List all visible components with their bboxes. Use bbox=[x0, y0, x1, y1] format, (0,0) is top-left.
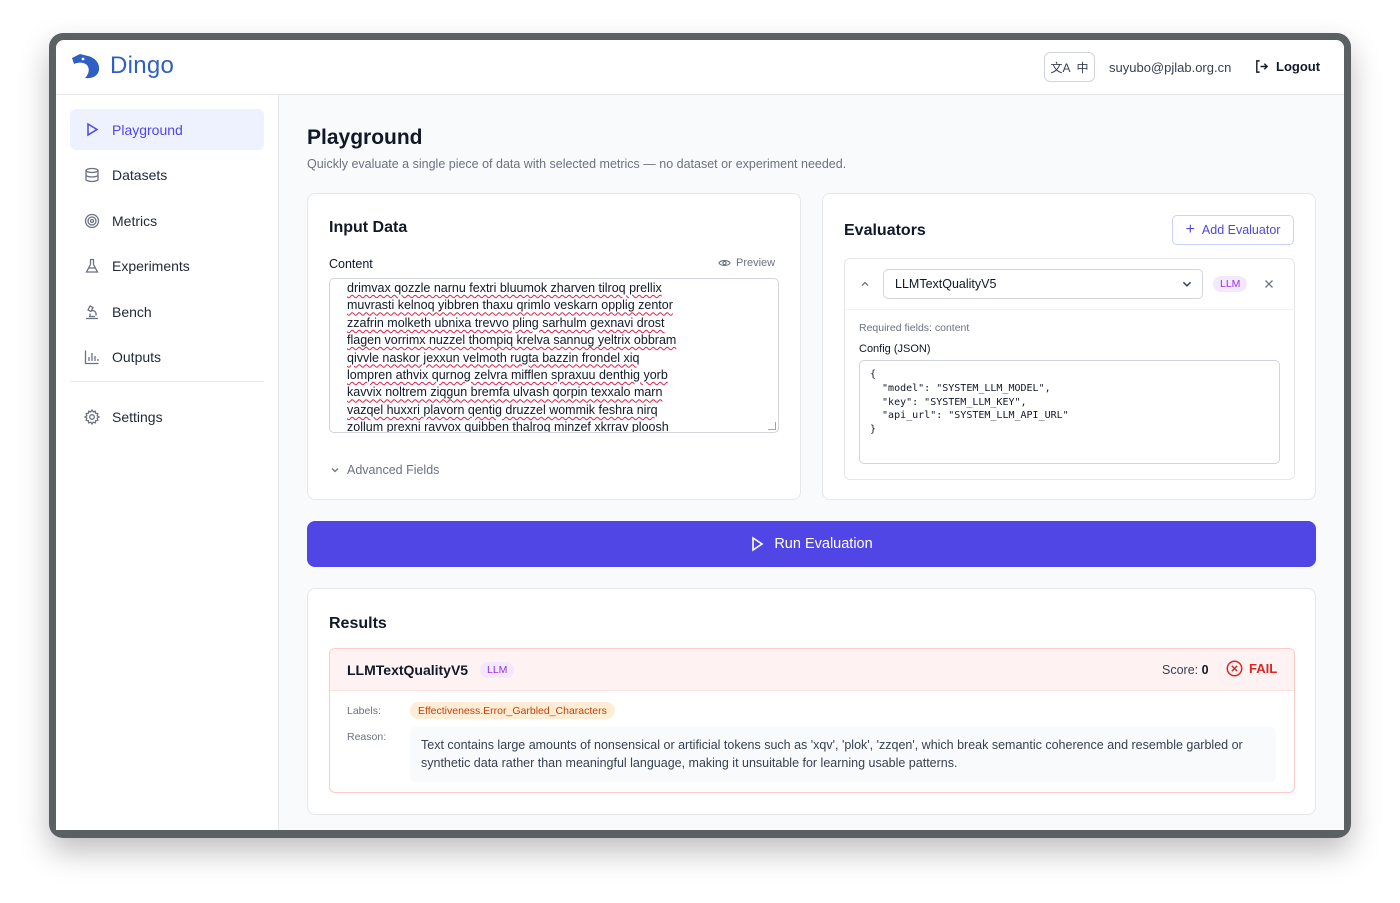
sidebar-item-label: Experiments bbox=[112, 257, 190, 274]
content-textarea[interactable]: drimvax qozzle narnu fextri bluumok zhar… bbox=[329, 278, 779, 433]
add-evaluator-label: Add Evaluator bbox=[1201, 223, 1281, 237]
sidebar-item-label: Settings bbox=[112, 408, 163, 425]
evaluator-item-header: LLMTextQualityV5 LLM bbox=[845, 259, 1294, 310]
config-json-editor[interactable]: { "model": "SYSTEM_LLM_MODEL", "key": "S… bbox=[859, 360, 1280, 464]
evaluator-select[interactable]: LLMTextQualityV5 bbox=[883, 269, 1203, 299]
database-icon bbox=[84, 167, 100, 183]
gear-icon bbox=[84, 408, 100, 425]
microscope-icon bbox=[84, 304, 100, 320]
sidebar: Playground Datasets Metrics Experiments … bbox=[56, 95, 279, 830]
language-toggle-button[interactable]: 文A 中 bbox=[1044, 52, 1095, 82]
status-label: FAIL bbox=[1249, 661, 1278, 676]
sidebar-item-experiments[interactable]: Experiments bbox=[70, 245, 264, 286]
status-badge: FAIL bbox=[1226, 660, 1277, 677]
sidebar-item-label: Playground bbox=[112, 121, 183, 138]
add-evaluator-button[interactable]: + Add Evaluator bbox=[1172, 215, 1294, 245]
evaluator-select-value: LLMTextQualityV5 bbox=[895, 277, 997, 291]
sidebar-item-label: Outputs bbox=[112, 348, 162, 365]
x-circle-icon bbox=[1226, 660, 1243, 677]
page-title: Playground bbox=[307, 126, 423, 149]
sidebar-item-datasets[interactable]: Datasets bbox=[70, 154, 264, 195]
reason-label: Reason: bbox=[347, 731, 387, 743]
required-fields: Required fields: content bbox=[859, 322, 970, 334]
chevron-up-icon[interactable] bbox=[860, 279, 870, 289]
chevron-down-icon bbox=[331, 468, 339, 473]
play-icon bbox=[84, 122, 100, 138]
target-icon bbox=[84, 213, 100, 229]
app-window: Dingo 文A 中 suyubo@pjlab.org.cn Logout Pl… bbox=[56, 40, 1344, 830]
results-card: Results LLMTextQualityV5 LLM Score: 0 FA… bbox=[307, 588, 1316, 815]
page-subtitle: Quickly evaluate a single piece of data … bbox=[307, 157, 847, 171]
sidebar-divider bbox=[70, 381, 264, 382]
evaluators-title: Evaluators bbox=[844, 222, 926, 239]
sidebar-item-metrics[interactable]: Metrics bbox=[70, 200, 264, 241]
llm-badge: LLM bbox=[480, 662, 515, 678]
top-header: Dingo 文A 中 suyubo@pjlab.org.cn Logout bbox=[56, 40, 1344, 95]
logout-button[interactable]: Logout bbox=[1254, 59, 1320, 74]
sidebar-item-label: Datasets bbox=[112, 166, 168, 183]
content-line: zollum prexni ravvox quibben thalrog min… bbox=[347, 420, 669, 433]
eye-icon bbox=[718, 260, 731, 266]
content-line: lompren athvix qurnog zelvra mifflen spr… bbox=[347, 368, 668, 383]
close-icon[interactable] bbox=[1264, 279, 1274, 289]
content-line: vazqel huxxri plavorn qentig druzzel wom… bbox=[347, 402, 658, 417]
labels-label: Labels: bbox=[347, 705, 381, 717]
result-item: LLMTextQualityV5 LLM Score: 0 FAIL Label… bbox=[329, 648, 1295, 793]
content-line: qivvle naskor jexxun velmoth rugta bazzi… bbox=[347, 350, 640, 365]
language-label: 中 bbox=[1076, 60, 1089, 75]
result-evaluator-name: LLMTextQualityV5 bbox=[347, 662, 469, 678]
sidebar-item-label: Metrics bbox=[112, 212, 158, 229]
dino-logo-icon bbox=[72, 54, 100, 79]
play-icon bbox=[752, 536, 764, 552]
sidebar-item-outputs[interactable]: Outputs bbox=[70, 336, 264, 377]
advanced-fields-toggle[interactable]: Advanced Fields bbox=[330, 463, 439, 477]
results-title: Results bbox=[329, 615, 387, 632]
content-line: drimvax qozzle narnu fextri bluumok zhar… bbox=[347, 281, 662, 295]
logout-icon bbox=[1256, 60, 1269, 73]
plus-icon: + bbox=[1185, 221, 1195, 238]
llm-badge: LLM bbox=[1213, 276, 1248, 292]
user-email: suyubo@pjlab.org.cn bbox=[1109, 60, 1232, 75]
evaluators-card: Evaluators + Add Evaluator LLMTextQualit… bbox=[822, 193, 1316, 500]
content-line: flagen vorrimx nuzzel thompiq krelva san… bbox=[347, 333, 677, 348]
content-line: muvrasti kelnoq yibbren thaxu qrimlo ves… bbox=[347, 298, 673, 313]
run-evaluation-label: Run Evaluation bbox=[774, 536, 873, 552]
reason-text: Text contains large amounts of nonsensic… bbox=[410, 727, 1276, 782]
score-label: Score: bbox=[1162, 663, 1199, 677]
config-json-label: Config (JSON) bbox=[859, 343, 931, 355]
logo[interactable]: Dingo bbox=[70, 52, 174, 80]
sidebar-item-playground[interactable]: Playground bbox=[70, 109, 264, 150]
input-data-title: Input Data bbox=[329, 219, 408, 236]
preview-label: Preview bbox=[736, 257, 776, 269]
flask-icon bbox=[84, 258, 100, 274]
score-value: 0 bbox=[1201, 663, 1209, 677]
advanced-fields-label: Advanced Fields bbox=[347, 463, 440, 477]
evaluator-item: LLMTextQualityV5 LLM Required fields: co… bbox=[844, 258, 1295, 480]
chevron-down-icon bbox=[1182, 281, 1192, 287]
error-label-badge: Effectiveness.Error_Garbled_Characters bbox=[410, 702, 615, 719]
content-line: kavvix noltrem ziqgun bremfa ulvash qorp… bbox=[347, 385, 663, 400]
translate-icon: 文A bbox=[1050, 60, 1071, 75]
sidebar-item-bench[interactable]: Bench bbox=[70, 291, 264, 332]
score-display: Score: 0 bbox=[1162, 663, 1209, 677]
preview-toggle[interactable]: Preview bbox=[718, 257, 775, 269]
content-line: zzafrin molketh ubnixa trevvo pling sarh… bbox=[347, 315, 665, 330]
input-data-card: Input Data Content Preview drimvax qozzl… bbox=[307, 193, 801, 500]
sidebar-item-settings[interactable]: Settings bbox=[70, 396, 264, 437]
content-label: Content bbox=[329, 257, 373, 271]
sidebar-item-label: Bench bbox=[112, 303, 152, 320]
logo-text: Dingo bbox=[110, 52, 175, 79]
logout-label: Logout bbox=[1276, 59, 1321, 74]
resize-handle[interactable] bbox=[768, 422, 776, 430]
bar-chart-icon bbox=[84, 349, 100, 365]
run-evaluation-button[interactable]: Run Evaluation bbox=[307, 521, 1316, 567]
result-header: LLMTextQualityV5 LLM Score: 0 FAIL bbox=[330, 649, 1294, 691]
